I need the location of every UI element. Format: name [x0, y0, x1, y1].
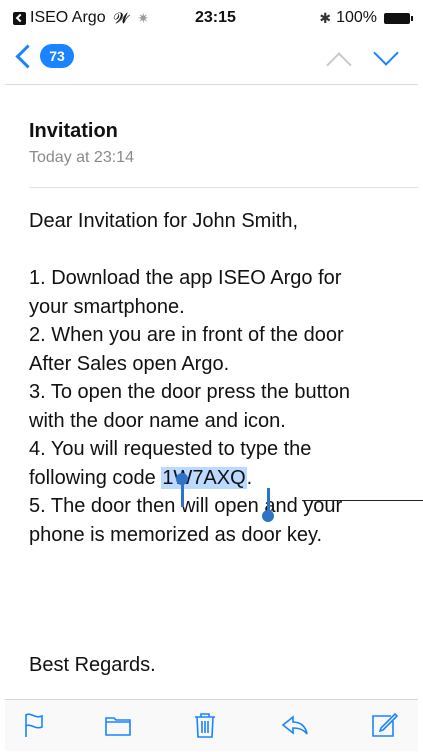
flag-icon[interactable]: [19, 710, 49, 740]
header-divider: [29, 187, 418, 188]
compose-icon[interactable]: [369, 710, 399, 740]
body-line: 5. The door then will open and your: [29, 495, 343, 517]
nav-bar: 73: [5, 32, 418, 85]
body-line: 1. Download the app ISEO Argo for: [29, 267, 342, 289]
status-time: 23:15: [195, 9, 236, 26]
code-suffix: .: [246, 466, 253, 489]
message-body[interactable]: Dear Invitation for John Smith, 1. Downl…: [29, 207, 409, 549]
message-date: Today at 23:14: [29, 149, 134, 166]
body-line: 3. To open the door press the button: [29, 381, 350, 403]
back-button[interactable]: 73: [13, 43, 74, 69]
back-to-app[interactable]: ISEO Argo 𝓦 ✷: [13, 9, 149, 27]
status-bar: ISEO Argo 𝓦 ✷ 23:15 ✱ 100%: [5, 2, 418, 32]
back-app-icon: [13, 11, 26, 25]
trash-icon[interactable]: [190, 710, 220, 740]
code-prefix: following code: [29, 466, 162, 489]
back-app-label: ISEO Argo: [30, 9, 106, 26]
sign-off: Best Regards.: [29, 654, 156, 676]
chevron-left-icon: [15, 43, 40, 69]
selection-start-handle[interactable]: [176, 473, 188, 507]
body-line: After Sales open Argo.: [29, 352, 230, 375]
body-line: your smartphone.: [29, 295, 185, 318]
body-line: with the door name and icon.: [29, 409, 286, 432]
activity-spinner-icon: ✷: [137, 9, 150, 26]
body-line: 4. You will requested to type the: [29, 438, 312, 460]
folder-icon[interactable]: [103, 710, 133, 740]
next-message-icon[interactable]: [373, 40, 399, 66]
message-subject: Invitation: [29, 120, 118, 142]
reply-icon[interactable]: [280, 710, 310, 740]
callout-line: [302, 500, 423, 501]
wifi-icon: 𝓦: [113, 9, 130, 27]
message-header: Invitation Today at 23:14: [29, 120, 134, 167]
mail-screen: ISEO Argo 𝓦 ✷ 23:15 ✱ 100% 73 Invitation…: [5, 2, 423, 751]
unread-count-badge: 73: [40, 44, 74, 68]
greeting: Dear Invitation for John Smith,: [29, 210, 299, 232]
status-right: ✱ 100%: [319, 9, 413, 27]
code-line: following code 1W7AXQ.: [29, 464, 409, 493]
body-line: phone is memorized as door key.: [29, 523, 323, 546]
selection-end-handle[interactable]: [262, 488, 274, 522]
battery-percent: 100%: [336, 9, 377, 26]
bluetooth-icon: ✱: [319, 9, 332, 26]
body-line: 2. When you are in front of the door: [29, 324, 344, 346]
battery-icon: [384, 12, 413, 24]
bottom-toolbar: [5, 699, 418, 751]
previous-message-icon[interactable]: [326, 52, 352, 78]
selected-code[interactable]: 1W7AXQ: [161, 466, 247, 489]
